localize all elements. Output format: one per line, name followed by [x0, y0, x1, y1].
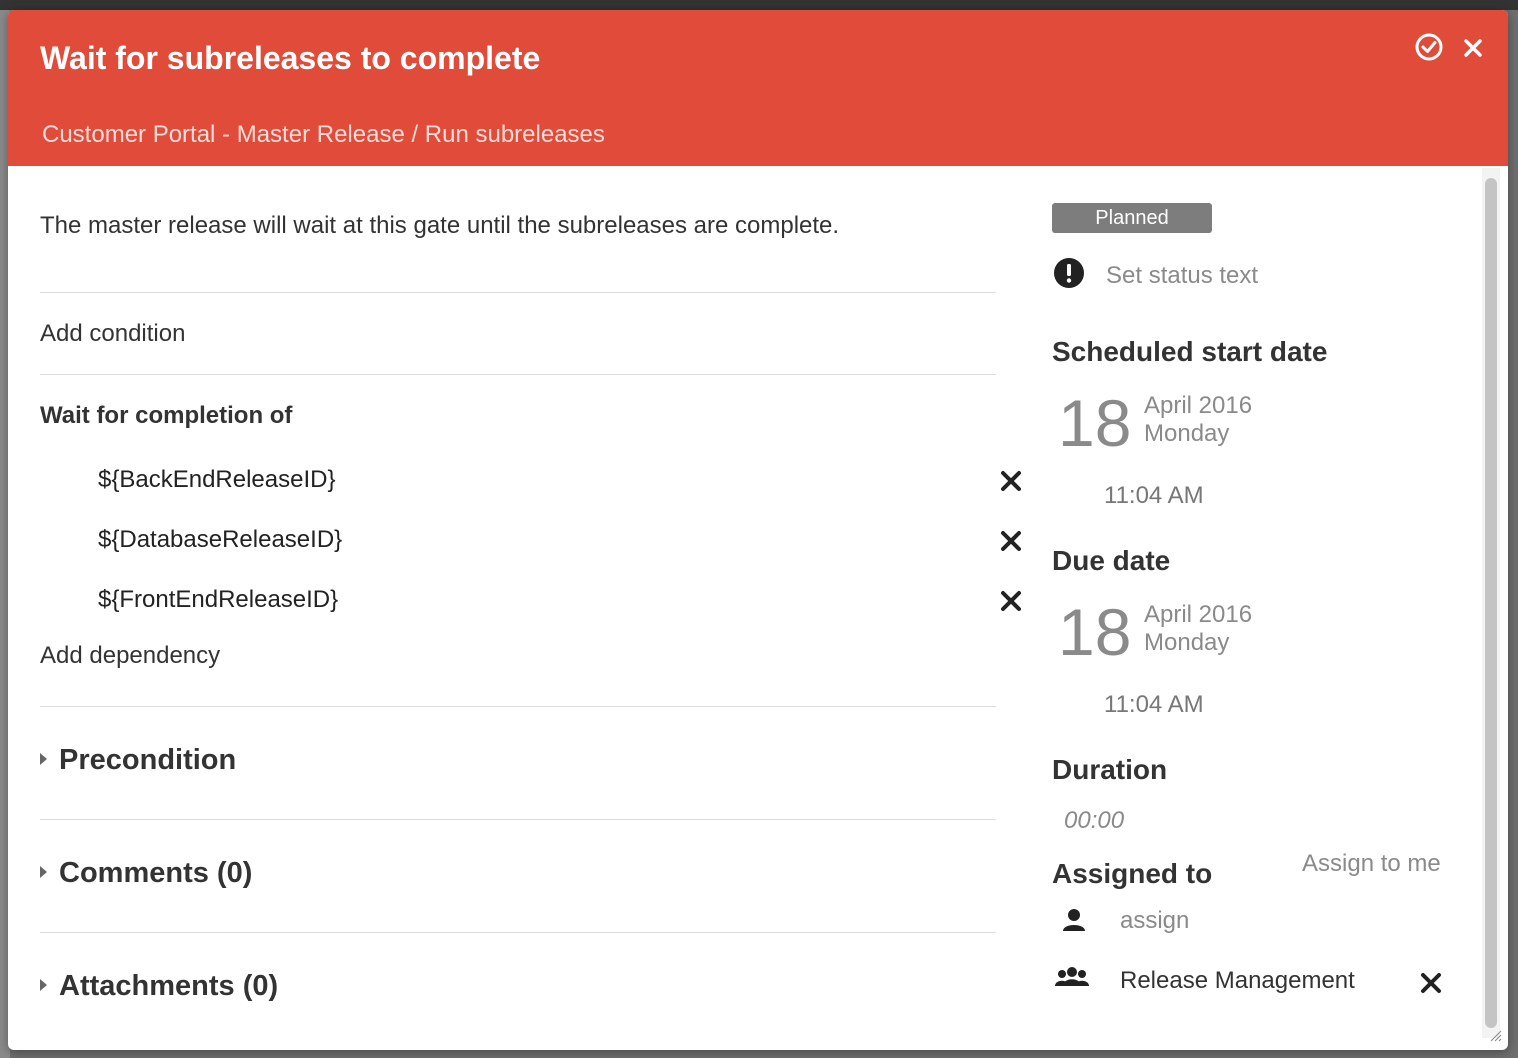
status-badge: Planned [1052, 203, 1212, 233]
team-icon [1055, 967, 1089, 986]
start-weekday: Monday [1144, 420, 1230, 447]
caret-right-icon [40, 865, 47, 878]
section-title: Comments (0) [59, 857, 253, 889]
add-condition-link[interactable]: Add condition [40, 320, 185, 348]
section-title: Precondition [59, 744, 237, 776]
background-app-bar [0, 0, 1518, 10]
duration-value[interactable]: 00:00 [1064, 807, 1124, 835]
due-day[interactable]: 18 [1058, 599, 1131, 665]
breadcrumb[interactable]: Customer Portal - Master Release / Run s… [42, 121, 605, 149]
dependency-item: ${DatabaseReleaseID} [98, 526, 343, 553]
remove-dependency-icon[interactable] [998, 588, 1024, 614]
due-time[interactable]: 11:04 AM [1104, 691, 1204, 719]
task-dialog: Wait for subreleases to complete Custome… [8, 10, 1508, 1050]
dependency-item: ${BackEndReleaseID} [98, 466, 336, 493]
assigned-to-label: Assigned to [1052, 858, 1213, 889]
start-month-year[interactable]: April 2016 [1144, 392, 1252, 420]
duration-label: Duration [1052, 754, 1168, 785]
start-day[interactable]: 18 [1058, 390, 1131, 456]
caret-right-icon [40, 752, 47, 765]
remove-team-icon[interactable] [1418, 970, 1444, 996]
divider [40, 374, 996, 375]
remove-dependency-icon[interactable] [998, 528, 1024, 554]
close-icon[interactable] [1456, 30, 1490, 64]
caret-right-icon [40, 978, 47, 991]
resize-grip-icon[interactable] [1488, 1028, 1502, 1042]
scrollbar-thumb[interactable] [1485, 178, 1497, 1028]
add-dependency-link[interactable]: Add dependency [40, 642, 220, 670]
exclamation-circle-icon [1054, 258, 1084, 288]
divider [40, 706, 996, 707]
status-text-input[interactable]: Set status text [1106, 262, 1258, 290]
divider [40, 932, 996, 933]
assign-user-input[interactable]: assign [1120, 907, 1189, 935]
wait-for-completion-label: Wait for completion of [40, 402, 293, 429]
task-description[interactable]: The master release will wait at this gat… [40, 212, 839, 240]
remove-dependency-icon[interactable] [998, 468, 1024, 494]
precondition-section-toggle[interactable]: Precondition [40, 744, 236, 784]
divider [40, 292, 996, 293]
attachments-section-toggle[interactable]: Attachments (0) [40, 970, 278, 1010]
assigned-team: Release Management [1120, 967, 1355, 994]
user-icon [1063, 909, 1085, 931]
section-title: Attachments (0) [59, 970, 279, 1002]
due-date-label: Due date [1052, 545, 1171, 576]
dialog-body: The master release will wait at this gat… [8, 166, 1508, 1050]
dialog-title: Wait for subreleases to complete [40, 40, 541, 76]
check-circle-icon[interactable] [1412, 30, 1446, 64]
due-weekday: Monday [1144, 629, 1230, 656]
dialog-header: Wait for subreleases to complete Custome… [8, 10, 1508, 166]
start-time[interactable]: 11:04 AM [1104, 482, 1204, 510]
assign-to-me-link[interactable]: Assign to me [1302, 850, 1441, 878]
comments-section-toggle[interactable]: Comments (0) [40, 857, 252, 897]
scheduled-start-label: Scheduled start date [1052, 336, 1328, 367]
due-month-year[interactable]: April 2016 [1144, 601, 1252, 629]
divider [40, 819, 996, 820]
dependency-item: ${FrontEndReleaseID} [98, 586, 339, 613]
